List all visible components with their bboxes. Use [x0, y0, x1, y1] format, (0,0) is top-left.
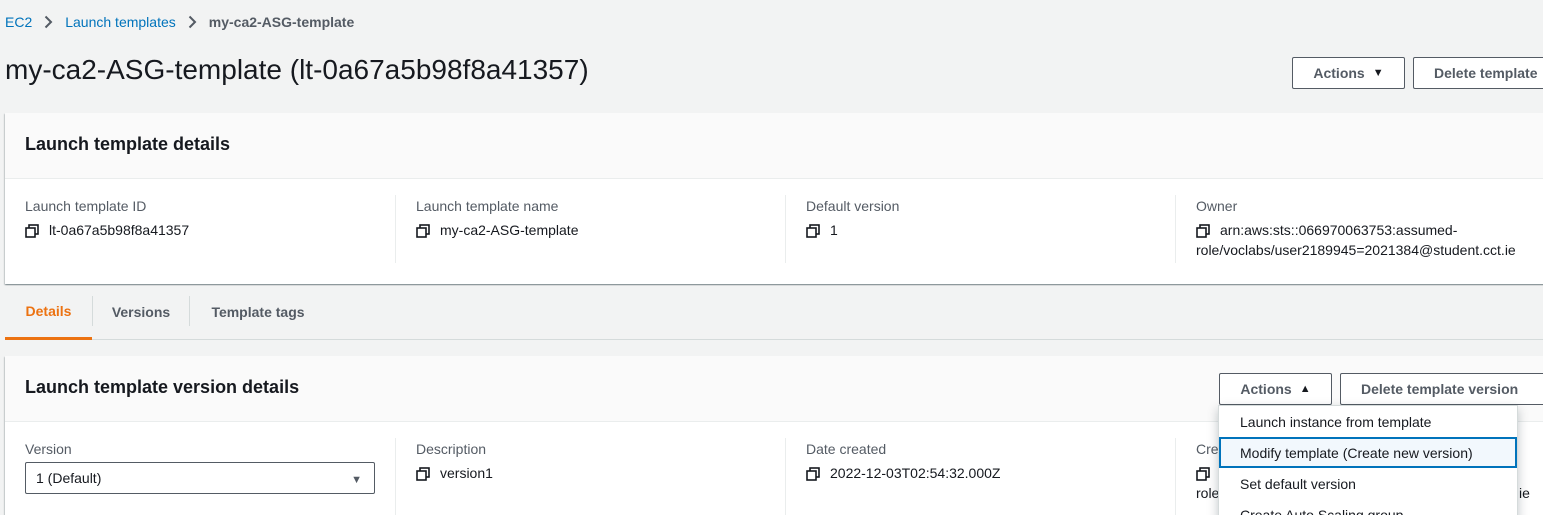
owner-field: Owner arn:aws:sts::066970063753:assumed-…	[1196, 198, 1541, 258]
actions-dropdown-menu: Launch instance from template Modify tem…	[1218, 405, 1518, 515]
version-field: Version	[25, 441, 72, 457]
date-created-value: 2022-12-03T02:54:32.000Z	[806, 465, 1000, 481]
breadcrumb-launch-templates-link[interactable]: Launch templates	[65, 14, 176, 30]
column-divider	[395, 438, 396, 515]
launch-template-id-value: lt-0a67a5b98f8a41357	[25, 222, 189, 238]
version-actions-button-label: Actions	[1240, 381, 1292, 397]
default-version-label: Default version	[806, 198, 900, 214]
column-divider	[1175, 195, 1176, 263]
version-select-value: 1 (Default)	[36, 470, 102, 486]
launch-template-name-value: my-ca2-ASG-template	[416, 222, 578, 238]
delete-template-button[interactable]: Delete template	[1413, 57, 1543, 89]
tab-details[interactable]: Details	[5, 284, 92, 340]
launch-template-name-text: my-ca2-ASG-template	[440, 222, 579, 238]
menu-item-set-default-version[interactable]: Set default version	[1219, 468, 1517, 499]
column-divider	[395, 195, 396, 263]
delete-template-button-label: Delete template	[1434, 65, 1538, 81]
owner-text-line2: role/voclabs/user2189945=2021384@student…	[1196, 242, 1516, 258]
launch-template-id-text: lt-0a67a5b98f8a41357	[49, 222, 190, 238]
version-actions-button[interactable]: Actions ▲	[1219, 373, 1332, 405]
caret-down-icon: ▼	[351, 474, 362, 486]
chevron-right-icon	[44, 15, 53, 29]
description-label: Description	[416, 441, 487, 457]
copy-icon[interactable]	[416, 467, 430, 481]
copy-icon[interactable]	[416, 224, 430, 238]
delete-template-version-button-label: Delete template version	[1361, 381, 1519, 397]
launch-template-id-field: Launch template ID lt-0a67a5b98f8a41357	[25, 198, 189, 238]
actions-button-label: Actions	[1313, 65, 1365, 81]
launch-template-name-field: Launch template name my-ca2-ASG-template	[416, 198, 578, 238]
caret-up-icon: ▲	[1299, 383, 1311, 395]
description-text: version1	[440, 465, 493, 481]
menu-item-modify-template[interactable]: Modify template (Create new version)	[1219, 437, 1517, 468]
page-title: my-ca2-ASG-template (lt-0a67a5b98f8a4135…	[5, 54, 589, 85]
column-divider	[1175, 438, 1176, 515]
date-created-field: Date created 2022-12-03T02:54:32.000Z	[806, 441, 1000, 481]
column-divider	[785, 438, 786, 515]
copy-icon[interactable]	[806, 224, 820, 238]
launch-template-details-title: Launch template details	[25, 134, 231, 154]
caret-down-icon: ▼	[1372, 67, 1384, 79]
tab-template-tags[interactable]: Template tags	[190, 284, 326, 340]
column-divider	[785, 195, 786, 263]
launch-template-version-details-title: Launch template version details	[25, 377, 300, 397]
tab-bar: Details Versions Template tags	[5, 284, 1543, 340]
copy-icon[interactable]	[25, 224, 39, 238]
created-by-text-start: role	[1196, 485, 1220, 501]
actions-button[interactable]: Actions ▼	[1292, 57, 1405, 89]
date-created-text: 2022-12-03T02:54:32.000Z	[830, 465, 1001, 481]
launch-template-details-panel: Launch template details Launch template …	[5, 113, 1543, 284]
version-select[interactable]: 1 (Default) ▼	[25, 462, 375, 494]
menu-item-launch-instance[interactable]: Launch instance from template	[1219, 406, 1517, 437]
tab-versions[interactable]: Versions	[93, 284, 189, 340]
copy-icon[interactable]	[1196, 224, 1210, 238]
description-field: Description version1	[416, 441, 493, 481]
breadcrumb-ec2-link[interactable]: EC2	[5, 14, 32, 30]
created-by-text-end: ie	[1519, 485, 1530, 501]
default-version-text: 1	[830, 222, 838, 238]
delete-template-version-button[interactable]: Delete template version	[1340, 373, 1543, 405]
description-value: version1	[416, 465, 493, 481]
default-version-value: 1	[806, 222, 899, 238]
owner-text-line1: arn:aws:sts::066970063753:assumed-	[1220, 222, 1458, 238]
breadcrumb-current: my-ca2-ASG-template	[208, 14, 355, 30]
panel-header: Launch template details	[5, 113, 1543, 179]
owner-label: Owner	[1196, 198, 1238, 214]
breadcrumb: EC2 Launch templates my-ca2-ASG-template	[5, 13, 354, 31]
date-created-label: Date created	[806, 441, 887, 457]
owner-value: arn:aws:sts::066970063753:assumed-	[1196, 222, 1541, 238]
version-label: Version	[25, 441, 72, 457]
default-version-field: Default version 1	[806, 198, 899, 238]
copy-icon[interactable]	[1196, 467, 1210, 481]
launch-template-id-label: Launch template ID	[25, 198, 147, 214]
chevron-right-icon	[188, 15, 197, 29]
copy-icon[interactable]	[806, 467, 820, 481]
launch-template-name-label: Launch template name	[416, 198, 559, 214]
menu-item-create-auto-scaling-group[interactable]: Create Auto Scaling group	[1219, 499, 1517, 515]
